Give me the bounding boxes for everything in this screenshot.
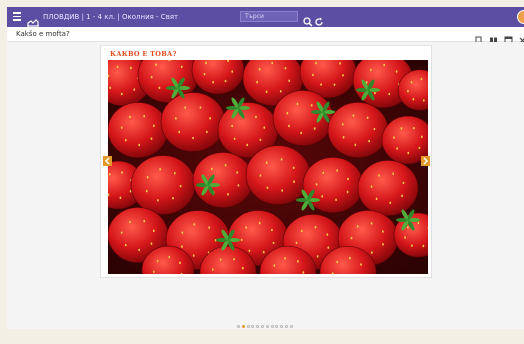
- lesson-card: КАКВО Е ТОВА?: [100, 45, 432, 278]
- bookmark-icon[interactable]: [474, 30, 483, 39]
- carousel-dot[interactable]: [256, 325, 259, 328]
- carousel-dot[interactable]: [247, 325, 250, 328]
- carousel-dot[interactable]: [271, 325, 274, 328]
- page-title: Kakšo e mofta?: [16, 29, 70, 40]
- menu-icon[interactable]: [13, 12, 21, 21]
- carousel-dot[interactable]: [237, 325, 240, 328]
- strawberries-photo: [108, 60, 428, 274]
- carousel-dot[interactable]: [280, 325, 283, 328]
- carousel-pagination: [237, 325, 295, 331]
- refresh-icon[interactable]: [314, 12, 324, 22]
- prev-arrow-icon[interactable]: [103, 156, 112, 166]
- avatar[interactable]: [517, 10, 524, 24]
- search-icon[interactable]: [303, 12, 313, 22]
- book-icon[interactable]: [489, 30, 498, 39]
- close-icon[interactable]: [518, 30, 524, 39]
- carousel-dot[interactable]: [261, 325, 264, 328]
- carousel-dot[interactable]: [242, 325, 245, 328]
- main-content: КАКВО Е ТОВА?: [7, 42, 524, 329]
- carousel-dot[interactable]: [290, 325, 293, 328]
- carousel-dot[interactable]: [285, 325, 288, 328]
- logo-icon[interactable]: [27, 12, 39, 21]
- strawberries-image: [108, 60, 428, 274]
- breadcrumb: ПЛОВДИВ | 1 - 4 кл. | Околния - Свят: [43, 11, 178, 23]
- carousel-dot[interactable]: [275, 325, 278, 328]
- page-header: Kakšo e mofta?: [7, 27, 524, 42]
- carousel-dot[interactable]: [251, 325, 254, 328]
- next-arrow-icon[interactable]: [421, 156, 430, 166]
- top-navigation-bar: ПЛОВДИВ | 1 - 4 кл. | Околния - Свят Тър…: [7, 7, 524, 27]
- search-input[interactable]: Търси: [240, 11, 298, 22]
- carousel-dot[interactable]: [266, 325, 269, 328]
- window-icon[interactable]: [504, 30, 513, 39]
- card-title: КАКВО Е ТОВА?: [110, 50, 177, 58]
